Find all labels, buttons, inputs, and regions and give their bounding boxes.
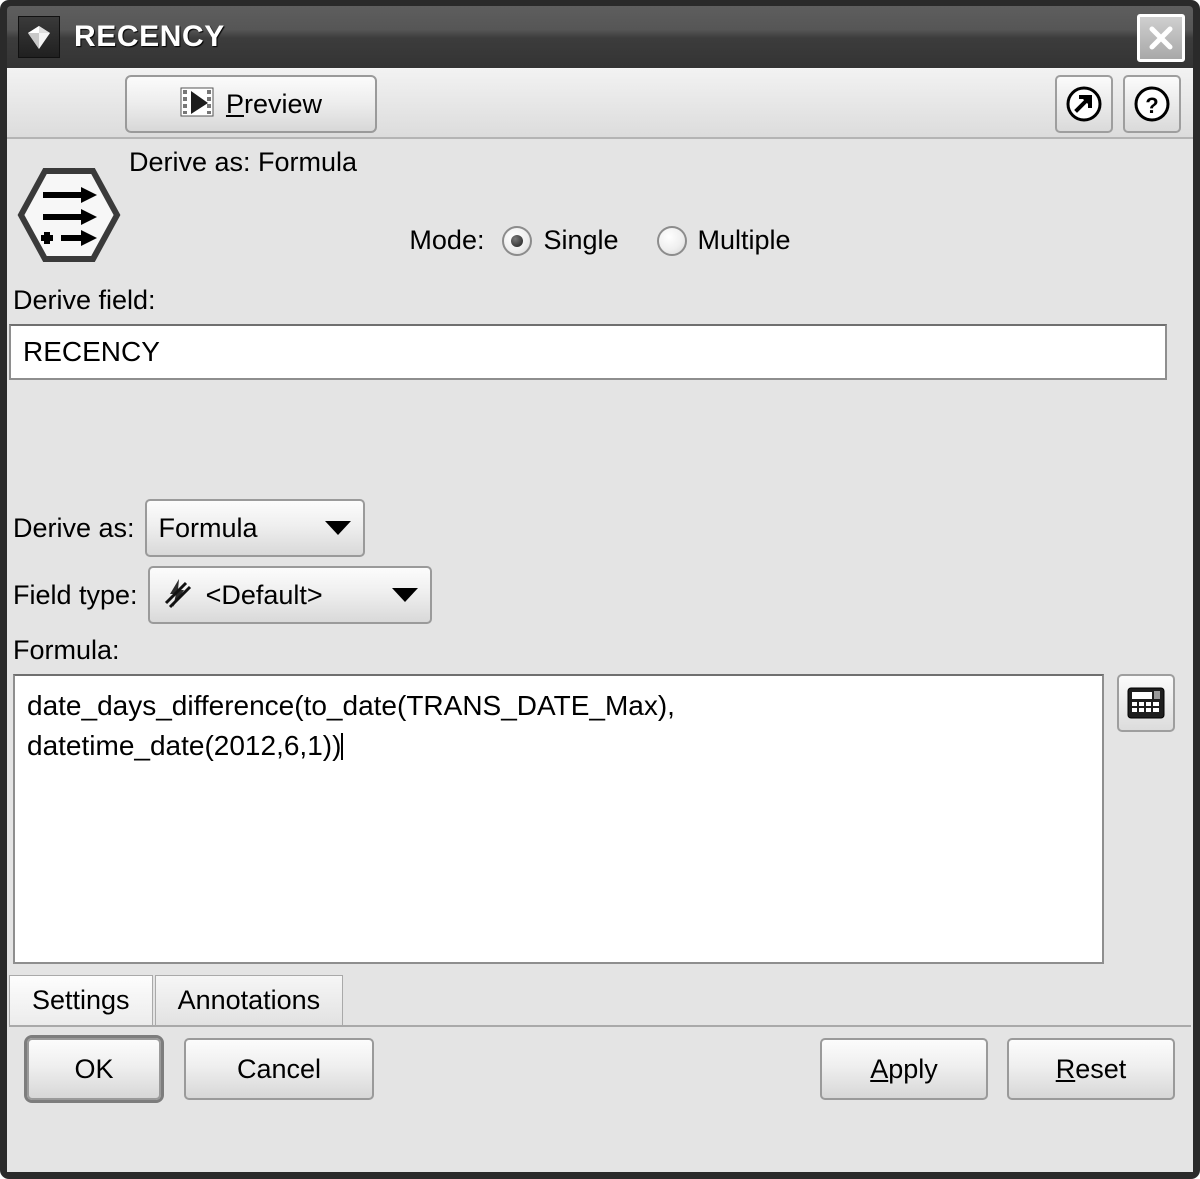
radio-option-multiple[interactable]: Multiple	[656, 225, 791, 256]
apply-button-label: Apply	[870, 1054, 938, 1085]
window-title: RECENCY	[74, 20, 225, 53]
derive-field-input[interactable]: RECENCY	[9, 324, 1167, 380]
mode-row: Mode: Single Multiple	[7, 225, 1193, 256]
preview-mnemonic: P	[225, 88, 244, 119]
field-type-dropdown[interactable]: <Default>	[147, 566, 432, 624]
dialog-window: RECENCY Preview ? Derive as: Formula Mod…	[0, 0, 1200, 1179]
dialog-window-inner: RECENCY Preview ? Derive as: Formula Mod…	[7, 6, 1193, 1172]
tab-strip: Settings Annotations	[9, 975, 1191, 1027]
dialog-panel: Preview ? Derive as: Formula Mode: Singl…	[7, 68, 1193, 1172]
tab-settings-label: Settings	[32, 985, 130, 1015]
formula-label: Formula:	[13, 635, 120, 665]
reset-button-label: Reset	[1056, 1054, 1127, 1085]
derive-as-value: Formula	[158, 512, 258, 543]
chevron-down-icon	[391, 588, 418, 602]
chevron-down-icon	[324, 521, 351, 535]
preview-label-rest: review	[243, 88, 323, 119]
close-icon[interactable]	[1137, 14, 1185, 62]
preview-button[interactable]: Preview	[125, 75, 377, 133]
field-type-label: Field type:	[13, 579, 138, 610]
derive-as-row: Derive as: Formula	[13, 499, 365, 557]
radio-multiple-indicator[interactable]	[656, 225, 687, 256]
ok-button-label: OK	[74, 1053, 114, 1084]
radio-single-indicator[interactable]	[502, 225, 533, 256]
radio-single-label: Single	[543, 225, 619, 255]
field-type-value: <Default>	[205, 579, 323, 610]
formula-textarea[interactable]: date_days_difference(to_date(TRANS_DATE_…	[13, 674, 1104, 964]
derive-field-label: Derive field:	[13, 285, 156, 315]
text-cursor	[341, 733, 344, 761]
footer-buttons: OK Cancel Apply Reset	[9, 1034, 1191, 1108]
lightning-default-icon	[162, 577, 194, 614]
toolbar: Preview ?	[7, 69, 1193, 139]
ok-button[interactable]: OK	[27, 1038, 161, 1100]
tab-settings[interactable]: Settings	[9, 975, 153, 1025]
apply-label-rest: pply	[888, 1053, 938, 1084]
derive-as-label: Derive as:	[13, 512, 135, 543]
formula-text: date_days_difference(to_date(TRANS_DATE_…	[27, 690, 675, 762]
expand-arrow-icon[interactable]	[1055, 75, 1113, 133]
mode-label: Mode:	[409, 225, 485, 255]
field-type-row: Field type: <Default>	[13, 566, 432, 624]
radio-option-single[interactable]: Single	[502, 225, 619, 256]
tab-annotations-label: Annotations	[177, 985, 321, 1015]
titlebar: RECENCY	[7, 6, 1193, 68]
calculator-icon[interactable]	[1117, 674, 1175, 732]
preview-button-label: Preview	[226, 89, 322, 120]
apply-mnemonic: A	[870, 1053, 889, 1084]
cancel-button-label: Cancel	[236, 1053, 322, 1084]
film-play-icon	[180, 86, 214, 123]
reset-label-rest: eset	[1075, 1053, 1127, 1084]
derive-as-dropdown[interactable]: Formula	[144, 499, 365, 557]
apply-button[interactable]: Apply	[820, 1038, 988, 1100]
radio-multiple-label: Multiple	[697, 225, 791, 255]
help-question-icon[interactable]: ?	[1123, 75, 1181, 133]
reset-mnemonic: R	[1055, 1053, 1076, 1084]
reset-button[interactable]: Reset	[1007, 1038, 1175, 1100]
derive-as-status: Derive as: Formula	[129, 147, 358, 177]
cancel-button[interactable]: Cancel	[184, 1038, 374, 1100]
derive-node-icon	[17, 165, 121, 265]
tab-annotations[interactable]: Annotations	[154, 975, 344, 1025]
content-area: Derive as: Formula Mode: Single Multiple…	[7, 139, 1193, 1172]
gem-icon	[18, 16, 60, 58]
svg-text:?: ?	[1145, 93, 1158, 118]
